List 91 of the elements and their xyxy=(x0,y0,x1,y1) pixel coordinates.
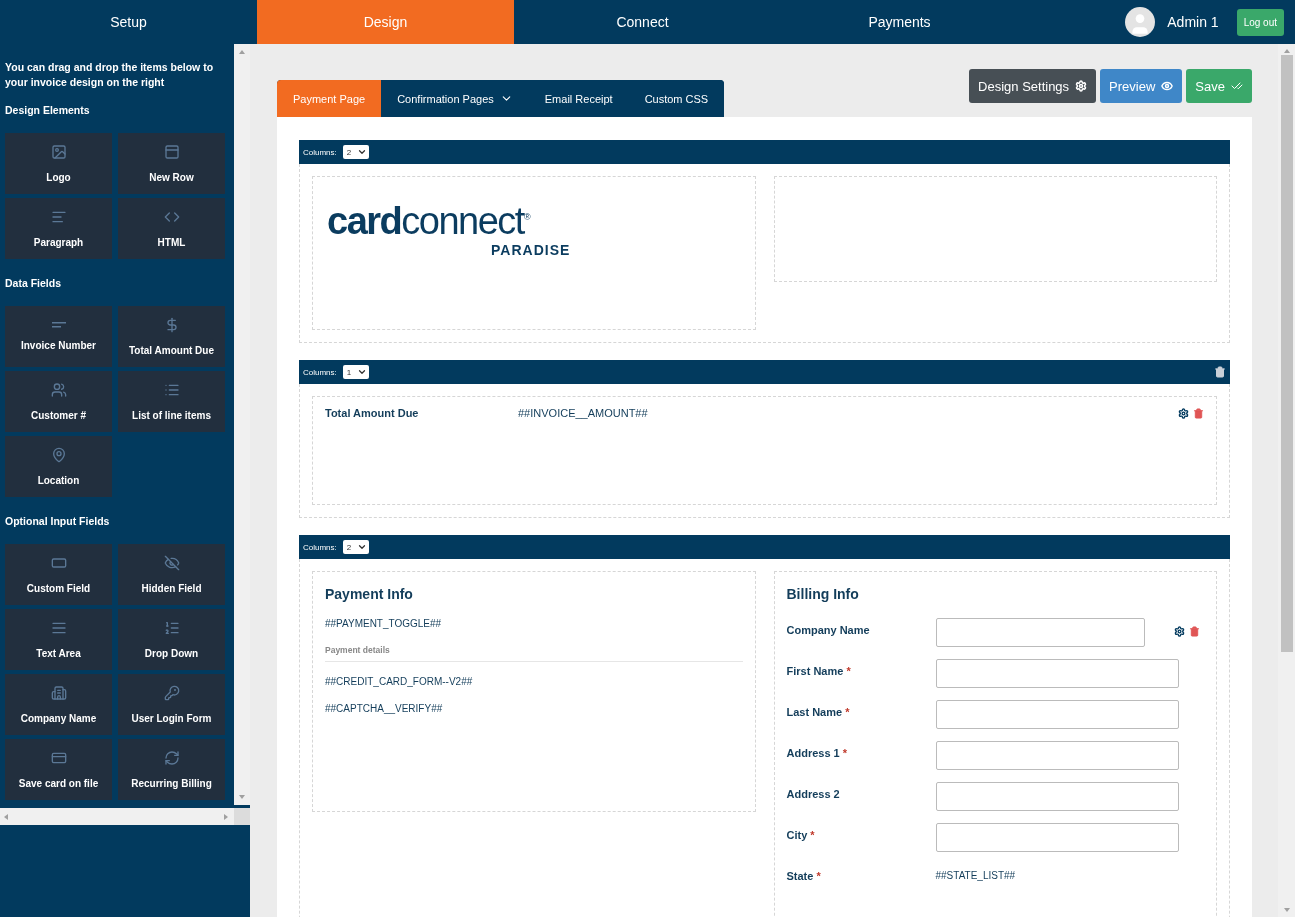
columns-label: Columns: xyxy=(303,367,337,377)
element-tile[interactable]: Recurring Billing xyxy=(118,739,225,800)
logo-subtitle: PARADISE xyxy=(491,241,571,258)
image-icon xyxy=(50,144,67,160)
columns-select[interactable]: 2 xyxy=(342,540,369,554)
window-icon xyxy=(163,144,180,160)
scroll-down-icon[interactable] xyxy=(238,793,246,801)
element-tile[interactable]: Drop Down xyxy=(118,609,225,670)
trash-icon[interactable] xyxy=(1214,366,1226,378)
text-field[interactable] xyxy=(935,659,1179,688)
element-tile[interactable]: Company Name xyxy=(5,674,112,735)
element-tile[interactable]: Save card on file xyxy=(5,739,112,800)
columns-label: Columns: xyxy=(303,542,337,552)
nav-tab[interactable]: Payments xyxy=(771,0,1028,44)
gear-icon[interactable] xyxy=(1173,626,1185,637)
field-token: ##CAPTCHA__VERIFY## xyxy=(325,703,444,714)
chevron-icon xyxy=(356,147,367,157)
element-tile[interactable]: Total Amount Due xyxy=(118,306,225,367)
group-title: Design Elements xyxy=(5,104,91,116)
chevron-icon xyxy=(356,542,367,552)
scroll-up-icon[interactable] xyxy=(238,48,246,56)
sort-list-icon xyxy=(163,620,180,636)
gear-icon xyxy=(1075,80,1088,92)
element-tile[interactable]: List of line items xyxy=(118,371,225,432)
field-label: City * xyxy=(786,828,816,841)
text-field[interactable] xyxy=(935,700,1179,729)
columns-select[interactable]: 1 xyxy=(342,365,369,379)
field-label: Company Name xyxy=(786,623,871,636)
field-token: ##INVOICE__AMOUNT## xyxy=(518,407,648,419)
text-field[interactable] xyxy=(935,618,1145,647)
field-label: First Name * xyxy=(786,664,852,677)
field-label: Total Amount Due xyxy=(325,407,420,419)
columns-select[interactable]: 2 xyxy=(342,145,369,159)
eye-slash-icon xyxy=(163,555,180,571)
details-label: Payment details xyxy=(325,645,743,662)
element-tile[interactable]: User Login Form xyxy=(118,674,225,735)
scrollbar-corner xyxy=(234,808,250,825)
code-icon xyxy=(163,209,180,225)
text-field[interactable] xyxy=(935,823,1179,852)
field-label: State * xyxy=(786,869,822,882)
logo-wordmark: cardconnect$^{®}$ xyxy=(327,198,531,241)
refresh-icon xyxy=(163,750,180,766)
key-icon xyxy=(163,685,180,701)
element-tile[interactable]: Customer # xyxy=(5,371,112,432)
scroll-right-icon[interactable] xyxy=(222,812,230,821)
element-tile[interactable]: Custom Field xyxy=(5,544,112,605)
paragraph-icon xyxy=(50,209,67,225)
element-tile[interactable]: Paragraph xyxy=(5,198,112,259)
line-icon xyxy=(51,322,66,328)
field-label: Address 2 xyxy=(786,787,841,800)
list-icon xyxy=(163,382,180,398)
element-tile[interactable]: HTML xyxy=(118,198,225,259)
double-check-icon xyxy=(1231,80,1243,92)
element-tile[interactable]: Text Area xyxy=(5,609,112,670)
eye-icon xyxy=(1161,80,1174,92)
preview-button[interactable]: Preview xyxy=(1100,69,1183,103)
text-field[interactable] xyxy=(935,782,1179,811)
trash-icon[interactable] xyxy=(1188,626,1200,637)
scroll-left-icon[interactable] xyxy=(2,812,10,821)
text-field[interactable] xyxy=(935,741,1179,770)
group-title: Optional Input Fields xyxy=(5,515,111,527)
nav-tab[interactable]: Connect xyxy=(514,0,771,44)
group-title: Data Fields xyxy=(5,277,63,289)
field-token: ##PAYMENT_TOGGLE## xyxy=(325,618,443,629)
chevron-icon xyxy=(356,367,367,377)
payment-heading: Payment Info xyxy=(325,586,414,602)
lines-icon xyxy=(50,620,67,636)
card-icon xyxy=(50,750,67,766)
user-name: Admin 1 xyxy=(1167,14,1219,30)
field-token: ##STATE_LIST## xyxy=(935,869,1016,881)
settings-button[interactable]: Design Settings xyxy=(969,69,1097,103)
field-token: ##CREDIT_CARD_FORM--V2## xyxy=(325,676,474,687)
avatar-icon xyxy=(1125,7,1156,37)
billing-heading: Billing Info xyxy=(786,586,860,602)
element-tile[interactable]: Invoice Number xyxy=(5,306,112,367)
columns-label: Columns: xyxy=(303,147,337,157)
element-tile[interactable]: Hidden Field xyxy=(118,544,225,605)
field-label: Last Name * xyxy=(786,705,851,718)
nav-tab[interactable]: Setup xyxy=(0,0,257,44)
rectangle-icon xyxy=(50,555,67,571)
element-tile[interactable]: New Row xyxy=(118,133,225,194)
trash-icon[interactable] xyxy=(1193,407,1204,419)
sidebar-intro: You can drag and drop the items below to your invoice design on the right xyxy=(5,60,215,90)
people-icon xyxy=(50,382,67,398)
element-tile[interactable]: Logo xyxy=(5,133,112,194)
pin-icon xyxy=(50,447,67,463)
building-icon xyxy=(50,685,67,701)
field-label: Address 1 * xyxy=(786,746,849,759)
gear-icon[interactable] xyxy=(1178,407,1189,419)
element-tile[interactable]: Location xyxy=(5,436,112,497)
scroll-down-icon[interactable] xyxy=(1282,906,1291,914)
